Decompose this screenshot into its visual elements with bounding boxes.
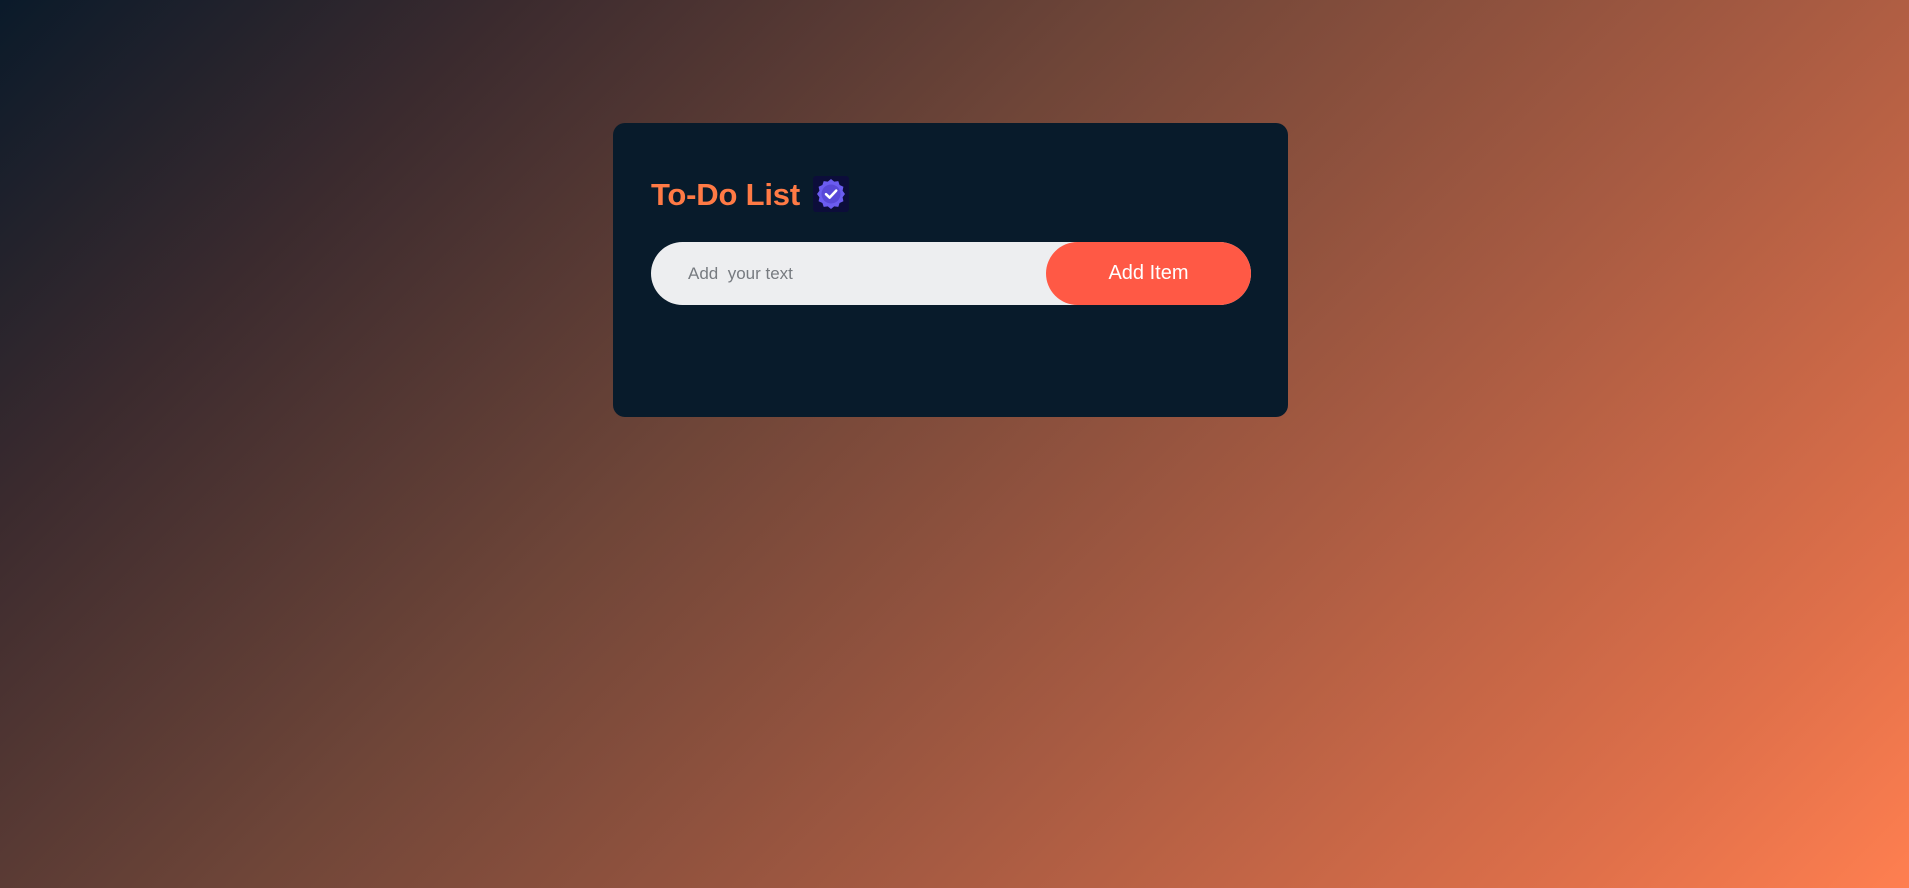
add-item-row: Add Item <box>651 242 1251 305</box>
add-item-button[interactable]: Add Item <box>1046 242 1251 305</box>
todo-card: To-Do List Add Item <box>613 123 1288 417</box>
verified-badge-icon <box>812 176 849 212</box>
verified-badge-icon-graphic <box>816 179 845 209</box>
header: To-Do List <box>651 173 1250 215</box>
app-title: To-Do List <box>651 176 800 212</box>
